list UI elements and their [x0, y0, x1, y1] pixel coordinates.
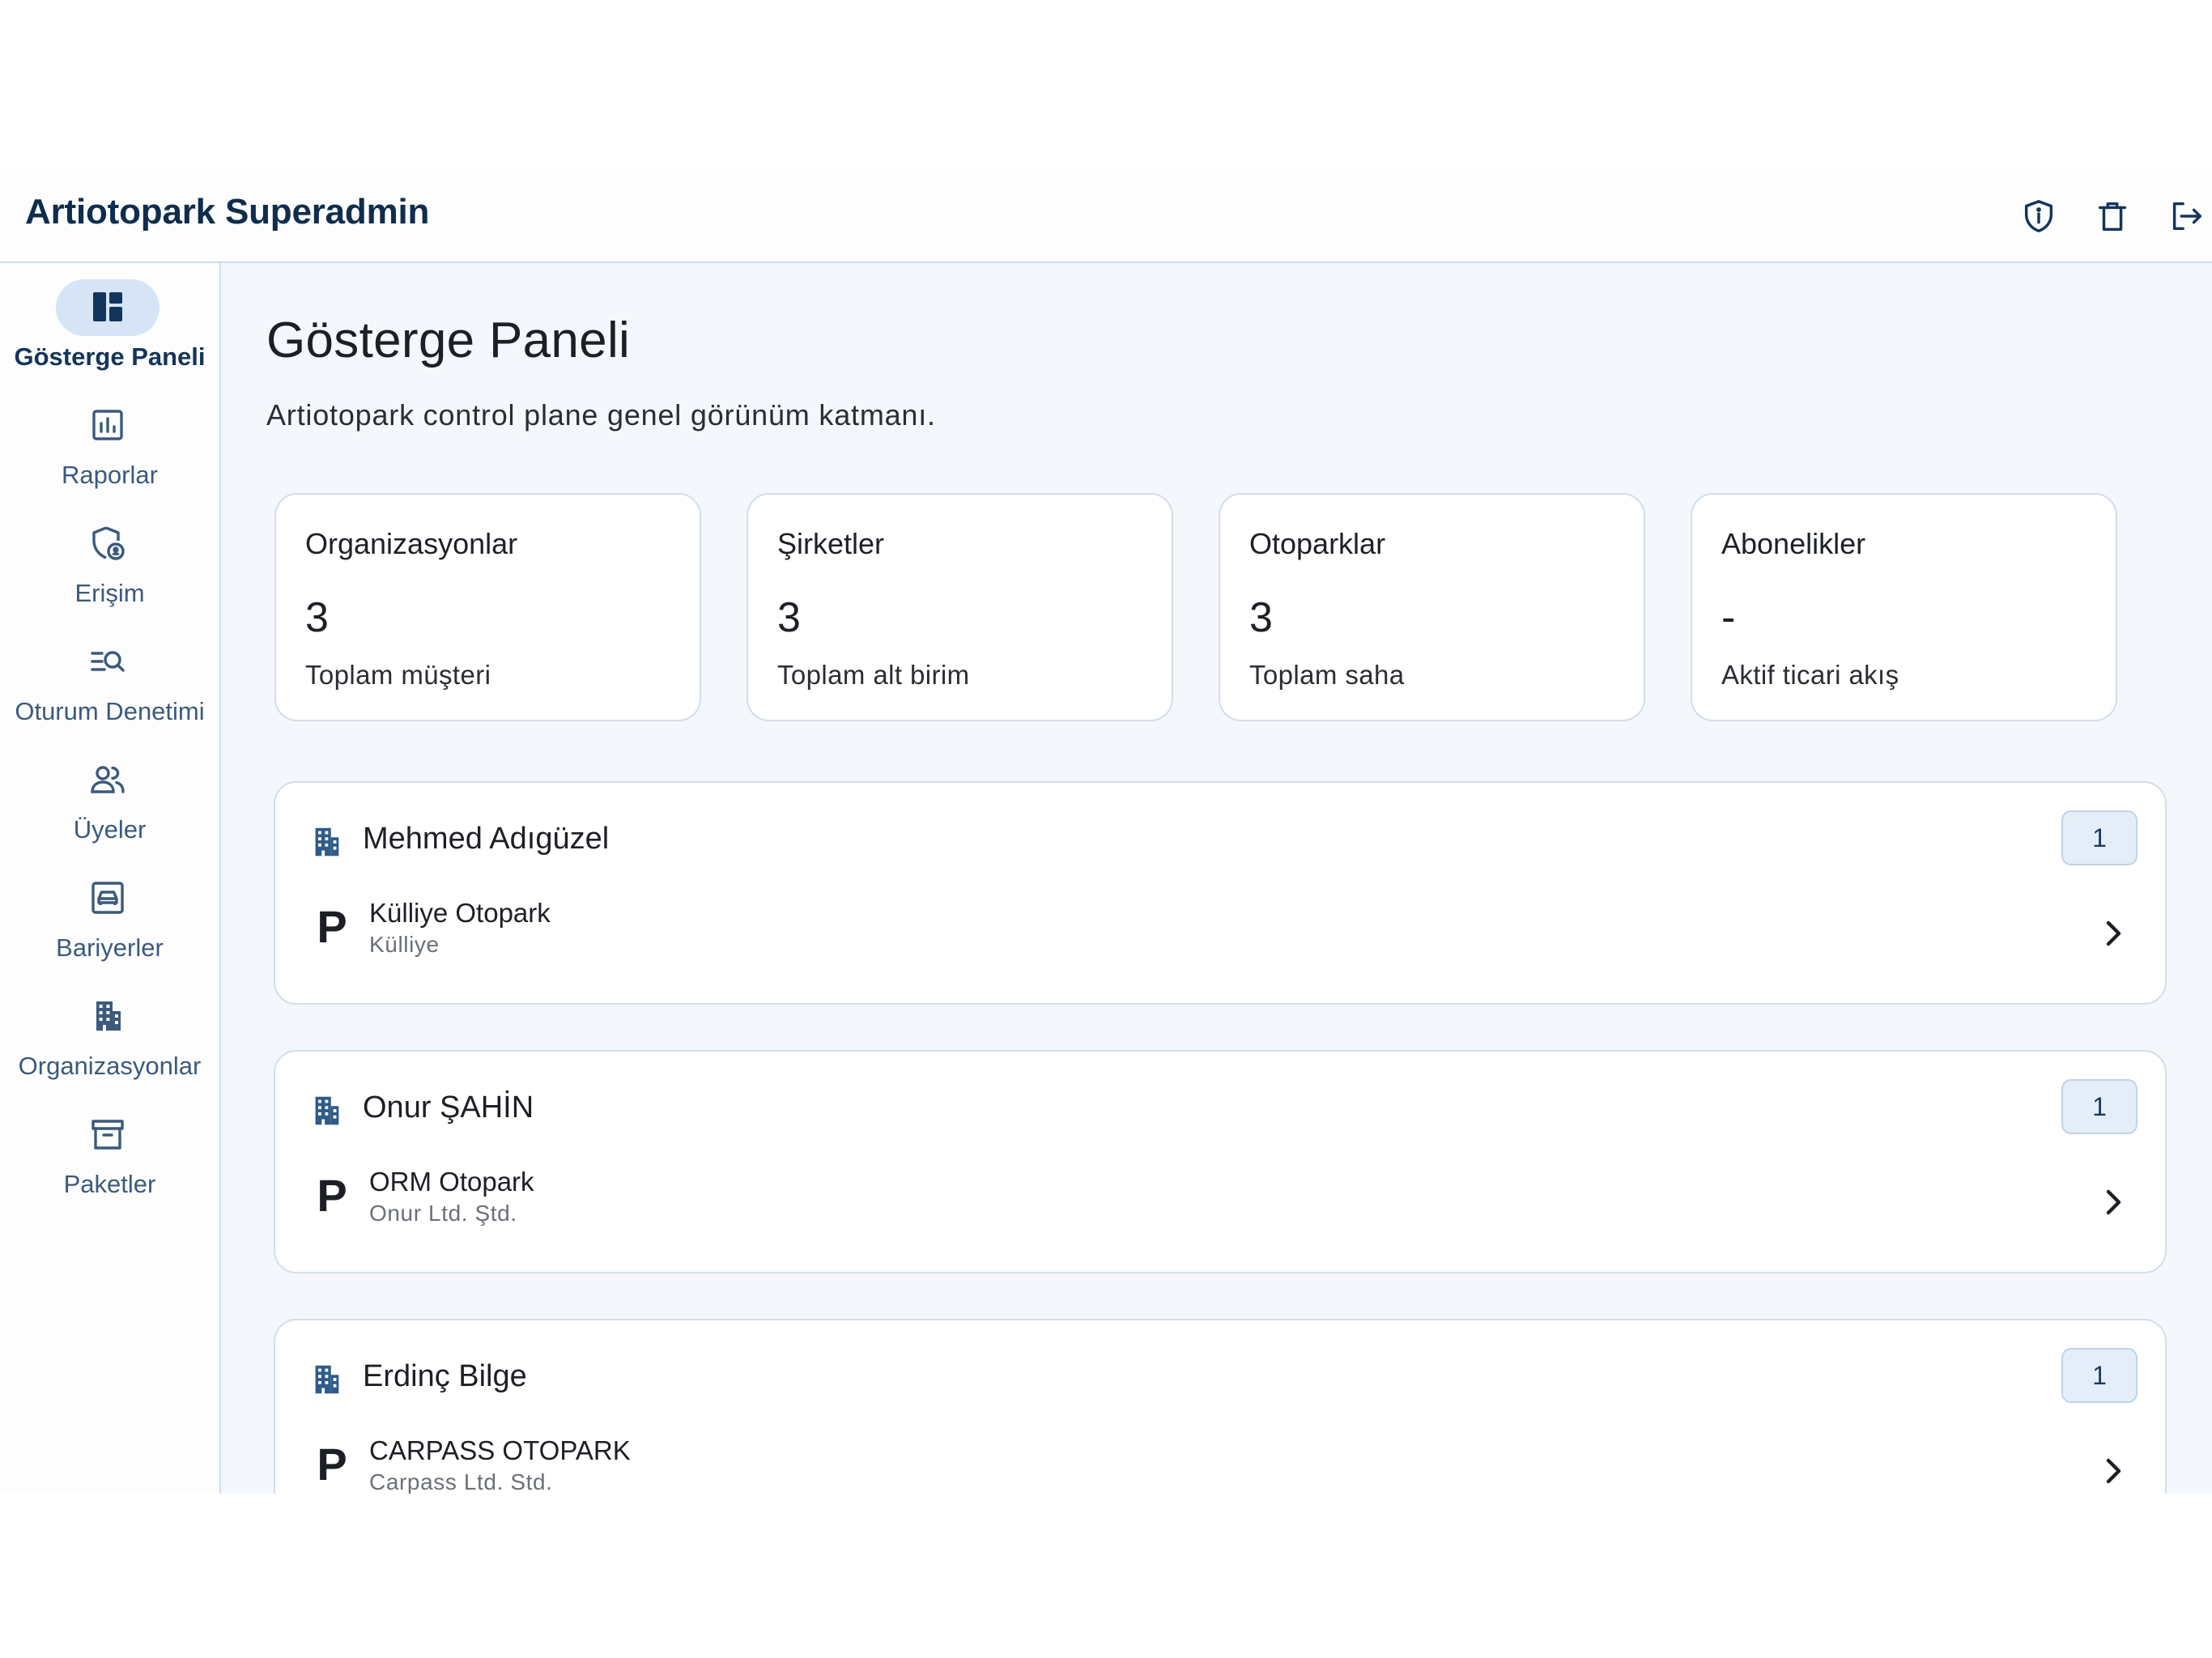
count-badge: 1: [2061, 1348, 2138, 1403]
nav-label: Raporlar: [62, 461, 158, 489]
navigation-rail: Gösterge Paneli Raporlar Erişim Oturum D…: [0, 263, 221, 1494]
parking-lot-company: Külliye: [369, 932, 440, 957]
nav-item-members[interactable]: Üyeler: [0, 736, 219, 849]
nav-item-barriers[interactable]: Bariyerler: [0, 854, 219, 967]
stat-card-companies: Şirketler 3 Toplam alt birim: [747, 493, 1173, 721]
nav-item-access[interactable]: Erişim: [0, 500, 219, 613]
nav-label: Üyeler: [73, 815, 147, 844]
parking-icon: P: [317, 1439, 347, 1490]
nav-item-reports[interactable]: Raporlar: [0, 381, 219, 495]
privacy-shield-button[interactable]: [2013, 190, 2065, 242]
parking-lot-name: ORM Otopark: [369, 1167, 534, 1197]
group-icon: [88, 760, 127, 799]
stat-caption: Toplam alt birim: [777, 660, 970, 690]
delete-button[interactable]: [2087, 190, 2138, 242]
parking-lot-row[interactable]: P ORM Otopark Onur Ltd. Ştd.: [275, 1154, 2165, 1251]
organization-name: Erdinç Bilge: [363, 1359, 527, 1393]
stat-label: Otoparklar: [1249, 527, 1386, 560]
stat-card-parking-lots: Otoparklar 3 Toplam saha: [1219, 493, 1645, 721]
nav-item-dashboard[interactable]: Gösterge Paneli: [0, 263, 219, 376]
nav-label: Gösterge Paneli: [14, 342, 206, 371]
stat-caption: Toplam müşteri: [305, 660, 491, 690]
organization-name: Mehmed Adıgüzel: [363, 822, 610, 856]
nav-item-packages[interactable]: Paketler: [0, 1090, 219, 1204]
archive-box-icon: [88, 1115, 127, 1154]
count-badge: 1: [2061, 1079, 2138, 1134]
parking-lot-name: Külliye Otopark: [369, 898, 551, 928]
page-subtitle: Artiotopark control plane genel görünüm …: [266, 398, 936, 432]
app-title: Artiotopark Superadmin: [25, 192, 430, 232]
parking-icon: P: [317, 1170, 347, 1221]
dashboard-icon: [88, 287, 127, 326]
page-title: Gösterge Paneli: [266, 312, 631, 368]
manage-search-icon: [88, 642, 127, 681]
building-icon: [308, 1092, 345, 1129]
nav-item-organizations[interactable]: Organizasyonlar: [0, 972, 219, 1086]
chevron-right-icon: [2094, 1452, 2133, 1490]
logout-button[interactable]: [2160, 190, 2212, 242]
stat-value: 3: [777, 594, 801, 641]
bar-chart-icon: [88, 406, 127, 444]
parking-icon: P: [317, 901, 347, 952]
stat-caption: Toplam saha: [1249, 660, 1405, 690]
privacy-shield-icon: [2024, 200, 2053, 232]
stat-label: Şirketler: [777, 527, 885, 560]
parking-lot-name: CARPASS OTOPARK: [369, 1435, 631, 1465]
building-icon: [308, 1361, 345, 1398]
parking-lot-row[interactable]: P Külliye Otopark Külliye: [275, 885, 2165, 982]
organization-card: Mehmed Adıgüzel 1 P Külliye Otopark Küll…: [274, 781, 2167, 1005]
shield-lock-icon: [88, 524, 127, 563]
stat-value: 3: [305, 594, 329, 641]
stat-value: -: [1721, 594, 1736, 641]
organization-card: Erdinç Bilge 1 P CARPASS OTOPARK Carpass…: [274, 1319, 2167, 1494]
nav-item-session-audit[interactable]: Oturum Denetimi: [0, 618, 219, 731]
count-badge: 1: [2061, 810, 2138, 865]
logout-icon: [2172, 202, 2201, 231]
stat-label: Organizasyonlar: [305, 527, 518, 560]
parking-lot-company: Carpass Ltd. Std.: [369, 1469, 553, 1494]
nav-label: Paketler: [63, 1170, 156, 1198]
stat-card-organizations: Organizasyonlar 3 Toplam müşteri: [274, 493, 701, 721]
chevron-right-icon: [2094, 914, 2133, 953]
nav-label: Bariyerler: [56, 933, 164, 962]
stat-label: Abonelikler: [1721, 527, 1866, 560]
building-icon: [88, 997, 127, 1035]
garage-car-icon: [88, 878, 127, 917]
nav-label: Erişim: [74, 579, 145, 607]
stat-card-subscriptions: Abonelikler - Aktif ticari akış: [1691, 493, 2117, 721]
nav-label: Organizasyonlar: [18, 1052, 202, 1080]
stat-value: 3: [1249, 594, 1273, 641]
nav-label: Oturum Denetimi: [15, 697, 205, 725]
building-icon: [308, 823, 345, 861]
app-bar: Artiotopark Superadmin: [0, 169, 2212, 263]
parking-lot-row[interactable]: P CARPASS OTOPARK Carpass Ltd. Std.: [275, 1422, 2165, 1494]
delete-icon: [2098, 202, 2127, 232]
organization-card: Onur ŞAHİN 1 P ORM Otopark Onur Ltd. Ştd…: [274, 1050, 2167, 1273]
stat-caption: Aktif ticari akış: [1721, 660, 1899, 690]
main-content: Gösterge Paneli Artiotopark control plan…: [221, 263, 2212, 1494]
organization-name: Onur ŞAHİN: [363, 1090, 534, 1124]
chevron-right-icon: [2094, 1183, 2133, 1222]
parking-lot-company: Onur Ltd. Ştd.: [369, 1201, 517, 1226]
app-bar-actions: [1991, 190, 2212, 242]
